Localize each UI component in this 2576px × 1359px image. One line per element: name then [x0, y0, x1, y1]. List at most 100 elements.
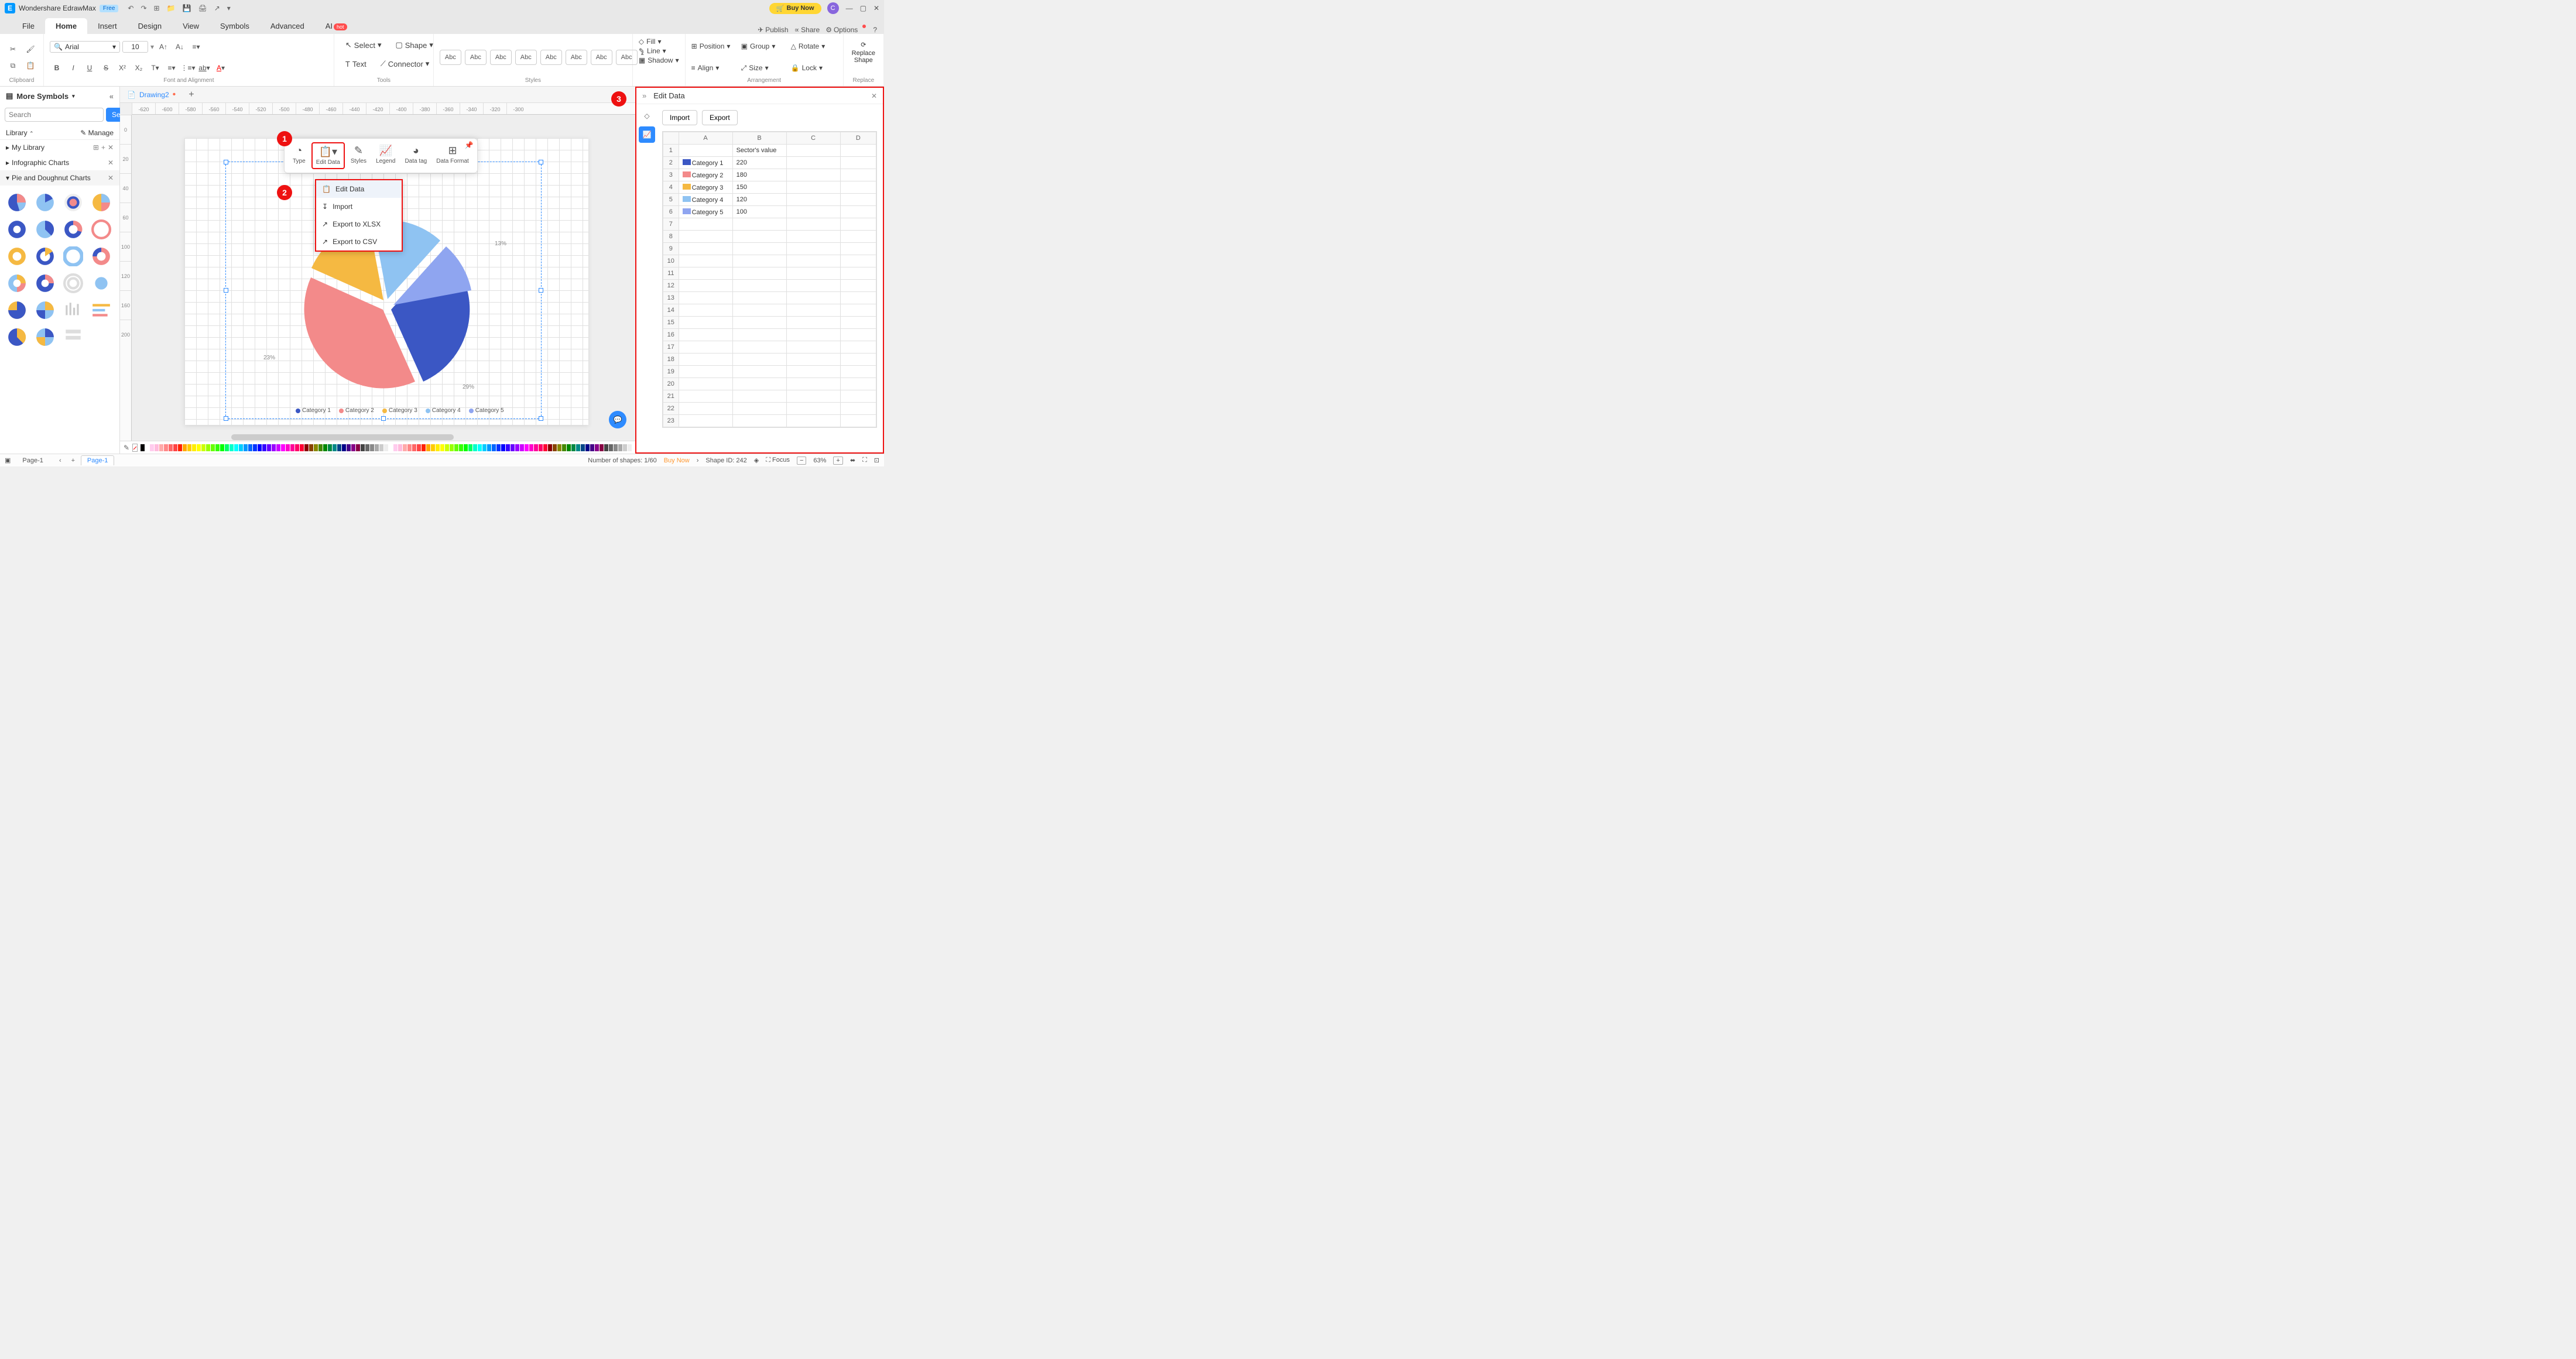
color-swatch[interactable] [482, 444, 487, 451]
chart-thumb[interactable] [34, 326, 56, 348]
row-number[interactable]: 2 [663, 157, 679, 169]
more-symbols-header[interactable]: ▤ More Symbols▾ « [0, 87, 119, 105]
chart-thumb[interactable] [90, 272, 112, 294]
col-header-a[interactable]: A [679, 132, 732, 145]
color-swatch[interactable] [370, 444, 374, 451]
color-swatch[interactable] [187, 444, 191, 451]
col-header-b[interactable]: B [732, 132, 786, 145]
color-swatch[interactable] [445, 444, 449, 451]
grid-cell[interactable] [840, 231, 876, 243]
color-swatch[interactable] [473, 444, 477, 451]
color-swatch[interactable] [206, 444, 210, 451]
panel-tab-style[interactable]: ◇ [639, 108, 655, 124]
color-swatch[interactable] [333, 444, 337, 451]
print-icon[interactable]: 🖨 [198, 4, 207, 12]
cut-icon[interactable]: ✂ [6, 42, 20, 56]
grid-cell[interactable] [679, 231, 732, 243]
grid-cell[interactable] [679, 280, 732, 292]
color-swatch[interactable] [459, 444, 463, 451]
buy-now-button[interactable]: 🛒 Buy Now [769, 3, 821, 14]
paste-icon[interactable]: 📋 [23, 59, 37, 73]
color-swatch[interactable] [300, 444, 304, 451]
grid-cell[interactable] [732, 267, 786, 280]
color-swatch[interactable] [590, 444, 594, 451]
color-swatch[interactable] [304, 444, 309, 451]
color-swatch[interactable] [529, 444, 533, 451]
color-swatch[interactable] [361, 444, 365, 451]
grid-cell[interactable] [732, 354, 786, 366]
color-swatch[interactable] [145, 444, 149, 451]
style-preset-5[interactable]: Abc [540, 50, 562, 65]
export-data-button[interactable]: Export [702, 110, 738, 125]
grid-cell[interactable] [840, 341, 876, 354]
color-swatch[interactable] [253, 444, 257, 451]
color-swatch[interactable] [220, 444, 224, 451]
no-fill-swatch[interactable] [132, 444, 138, 452]
subscript-icon[interactable]: X₂ [132, 61, 146, 75]
color-swatch[interactable] [426, 444, 430, 451]
chart-thumb[interactable] [62, 191, 84, 214]
chart-legend-button[interactable]: 📈 Legend [372, 142, 399, 169]
grid-cell[interactable]: Category 3 [679, 181, 732, 194]
import-data-button[interactable]: Import [662, 110, 697, 125]
symbol-search-input[interactable] [5, 108, 104, 122]
focus-button[interactable]: ⛶ Focus [766, 457, 790, 464]
more-icon[interactable]: ▾ [227, 4, 231, 12]
style-preset-6[interactable]: Abc [566, 50, 587, 65]
grid-cell[interactable] [840, 145, 876, 157]
grid-cell[interactable] [840, 267, 876, 280]
chart-thumb[interactable] [6, 218, 28, 241]
row-number[interactable]: 15 [663, 317, 679, 329]
zoom-level[interactable]: 63% [813, 457, 826, 464]
color-swatch[interactable] [150, 444, 154, 451]
grid-cell[interactable] [840, 329, 876, 341]
color-swatch[interactable] [403, 444, 407, 451]
grid-cell[interactable]: 100 [732, 206, 786, 218]
grid-cell[interactable]: 220 [732, 157, 786, 169]
row-number[interactable]: 22 [663, 403, 679, 415]
zoom-out-icon[interactable]: − [797, 457, 806, 465]
row-number[interactable]: 13 [663, 292, 679, 304]
grid-cell[interactable] [732, 329, 786, 341]
tab-view[interactable]: View [172, 18, 210, 34]
grid-cell[interactable] [679, 145, 732, 157]
options-button[interactable]: ⚙ Options [825, 26, 858, 34]
color-swatch[interactable] [398, 444, 402, 451]
chart-styles-button[interactable]: ✎ Styles [347, 142, 370, 169]
color-swatch[interactable] [576, 444, 580, 451]
chart-thumb[interactable] [90, 191, 112, 214]
color-swatch[interactable] [614, 444, 618, 451]
color-swatch[interactable] [248, 444, 252, 451]
color-swatch[interactable] [595, 444, 599, 451]
save-icon[interactable]: 💾 [183, 4, 191, 12]
grid-cell[interactable] [732, 280, 786, 292]
size-button[interactable]: ⤢ Size▾ [741, 64, 787, 73]
color-swatch[interactable] [417, 444, 421, 451]
color-swatch[interactable] [328, 444, 332, 451]
grid-cell[interactable] [732, 378, 786, 390]
zoom-in-icon[interactable]: + [833, 457, 842, 465]
grid-cell[interactable] [786, 169, 840, 181]
grid-cell[interactable] [840, 403, 876, 415]
add-document-tab[interactable]: + [183, 90, 200, 100]
row-number[interactable]: 17 [663, 341, 679, 354]
grid-cell[interactable] [786, 415, 840, 427]
collapse-panel-icon[interactable]: « [109, 92, 114, 101]
fit-page-icon[interactable]: ⛶ [862, 457, 867, 464]
strikethrough-icon[interactable]: S [99, 61, 113, 75]
grid-cell[interactable] [679, 341, 732, 354]
color-swatch[interactable] [384, 444, 388, 451]
grid-cell[interactable] [732, 292, 786, 304]
color-swatch[interactable] [557, 444, 561, 451]
color-swatch[interactable] [389, 444, 393, 451]
font-size-select[interactable]: 10 [122, 41, 148, 53]
grid-cell[interactable] [732, 255, 786, 267]
grid-cell[interactable] [786, 218, 840, 231]
resize-handle-bl[interactable] [224, 416, 228, 421]
shadow-button[interactable]: ▦ Shadow ▾ [639, 56, 679, 64]
grid-cell[interactable] [679, 366, 732, 378]
user-avatar[interactable]: C [827, 2, 839, 14]
color-swatch[interactable] [553, 444, 557, 451]
grid-cell[interactable] [732, 231, 786, 243]
color-swatch[interactable] [581, 444, 585, 451]
